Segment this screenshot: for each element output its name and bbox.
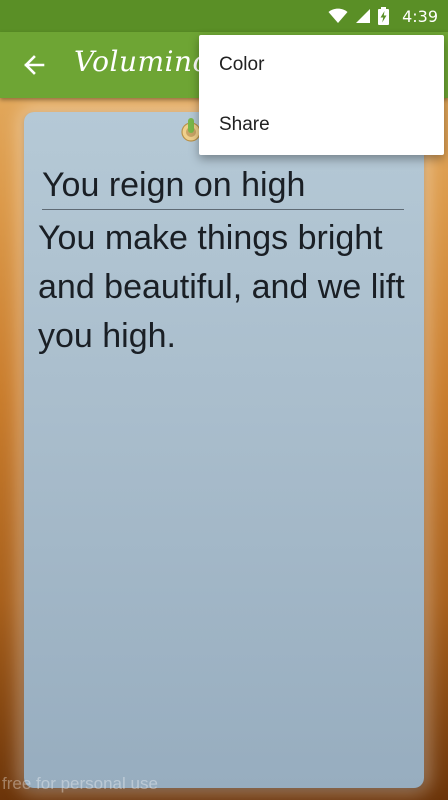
battery-charging-icon [378, 7, 390, 25]
status-time: 4:39 [402, 6, 438, 26]
overflow-menu: Color Share [199, 35, 444, 155]
menu-item-color[interactable]: Color [199, 35, 444, 95]
wifi-icon [328, 8, 348, 23]
back-button[interactable] [18, 49, 50, 81]
watermark: free for personal use [2, 774, 158, 793]
status-icons: 4:39 [328, 7, 438, 26]
cellular-signal-icon [356, 9, 371, 23]
note-title[interactable]: You reign on high [42, 166, 404, 210]
menu-item-share[interactable]: Share [199, 95, 444, 155]
arrow-back-icon [24, 55, 45, 75]
status-bar: 4:39 [0, 0, 448, 32]
note-body[interactable]: You make things bright and beautiful, an… [38, 214, 408, 361]
